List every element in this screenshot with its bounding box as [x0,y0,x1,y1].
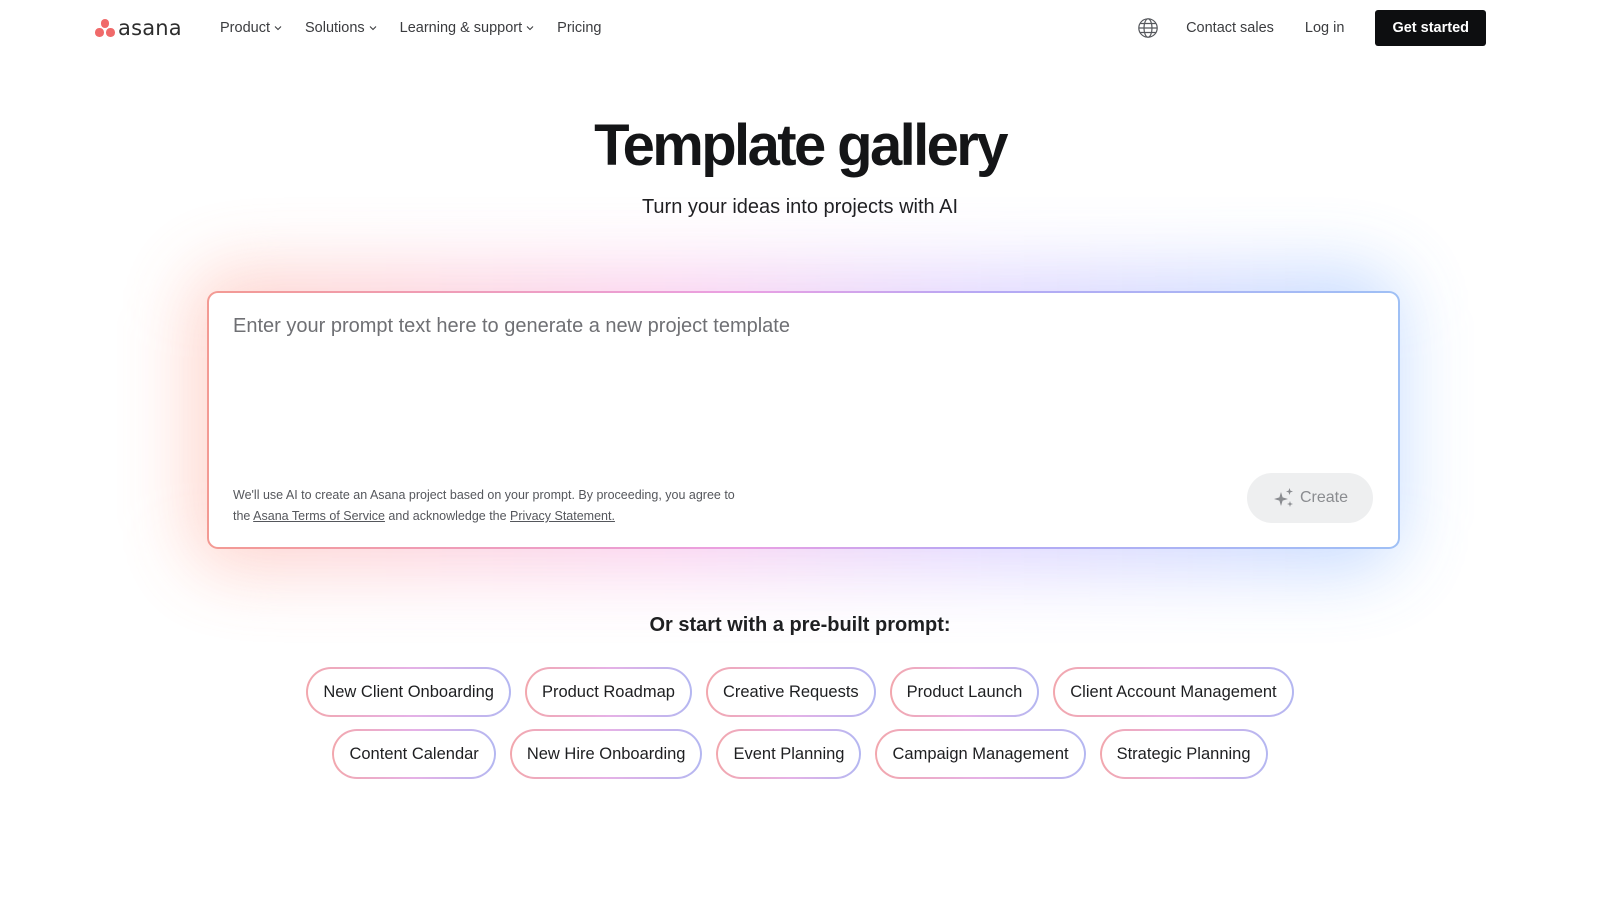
page-title: Template gallery [594,113,1008,178]
chip-label: Campaign Management [877,731,1084,777]
prompt-box-inner: We'll use AI to create an Asana project … [209,293,1398,547]
prompt-chip-strategic-planning[interactable]: Strategic Planning [1099,729,1268,779]
prompt-chip-client-account-management[interactable]: Client Account Management [1053,667,1294,717]
create-label: Create [1299,489,1349,506]
logo-text: asana [118,16,182,40]
page-subtitle: Turn your ideas into projects with AI [641,196,959,218]
prompt-chip-new-hire-onboarding[interactable]: New Hire Onboarding [509,729,703,779]
prompt-chip-product-roadmap[interactable]: Product Roadmap [524,667,692,717]
contact-sales-link[interactable]: Contact sales [1186,20,1274,36]
nav-label: Learning & support [399,20,523,36]
prompt-chip-campaign-management[interactable]: Campaign Management [875,729,1086,779]
nav-item-pricing[interactable]: Pricing [557,18,601,38]
privacy-statement-link[interactable]: Privacy Statement. [510,509,615,523]
log-in-link[interactable]: Log in [1305,20,1345,36]
site-header: asana Product Solutions Learning & suppo… [0,0,1600,56]
prompt-chip-content-calendar[interactable]: Content Calendar [332,729,496,779]
chevron-down-icon [526,24,534,32]
prompt-chip-product-launch[interactable]: Product Launch [889,667,1040,717]
chip-label: New Client Onboarding [308,669,509,715]
prompt-box: We'll use AI to create an Asana project … [207,291,1400,549]
globe-icon[interactable] [1137,17,1159,39]
nav-item-learning-support[interactable]: Learning & support [400,18,535,38]
chip-label: Event Planning [718,731,860,777]
chevron-down-icon [369,24,377,32]
chevron-down-icon [274,24,282,32]
create-button[interactable]: Create [1247,473,1373,523]
chip-label: Content Calendar [334,731,494,777]
chip-label: Product Roadmap [526,669,690,715]
prompt-input[interactable] [233,315,1373,338]
asana-logo[interactable]: asana [95,16,182,40]
get-started-button[interactable]: Get started [1375,10,1486,46]
chip-label: New Hire Onboarding [511,731,701,777]
nav-label: Product [220,20,270,36]
prompt-chip-new-client-onboarding[interactable]: New Client Onboarding [306,667,511,717]
nav-item-product[interactable]: Product [220,18,282,38]
ai-disclaimer: We'll use AI to create an Asana project … [233,485,753,527]
sparkle-icon [1272,486,1296,510]
nav-item-solutions[interactable]: Solutions [305,18,377,38]
nav-label: Solutions [304,20,365,36]
terms-of-service-link[interactable]: Asana Terms of Service [253,509,385,523]
header-actions: Contact sales Log in Get started [1137,10,1486,46]
asana-logo-icon [95,19,115,37]
chip-label: Client Account Management [1055,669,1292,715]
chip-label: Creative Requests [707,669,874,715]
chip-label: Product Launch [891,669,1038,715]
nav-label: Pricing [557,20,602,36]
prebuilt-title: Or start with a pre-built prompt: [649,614,951,636]
chip-label: Strategic Planning [1101,731,1266,777]
prebuilt-row-1: New Client Onboarding Product Roadmap Cr… [0,667,1600,717]
disclaimer-text-mid: and acknowledge the [384,509,511,523]
prebuilt-row-2: Content Calendar New Hire Onboarding Eve… [0,729,1600,779]
main-nav: Product Solutions Learning & support Pri… [220,18,625,38]
prompt-chip-event-planning[interactable]: Event Planning [716,729,862,779]
prompt-chip-creative-requests[interactable]: Creative Requests [705,667,876,717]
